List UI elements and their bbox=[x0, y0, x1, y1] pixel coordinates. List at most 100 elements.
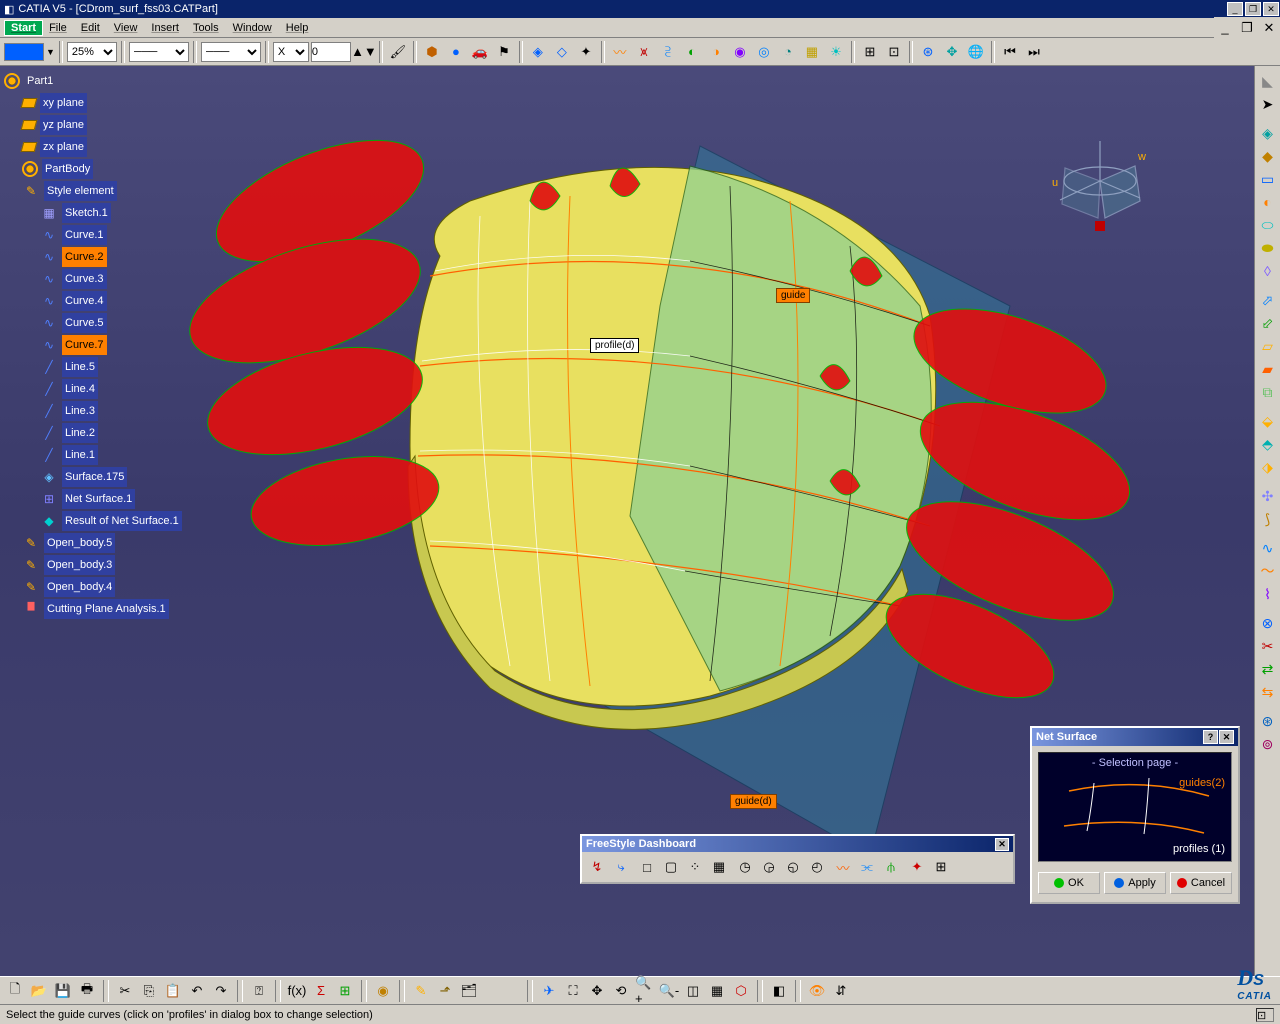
tree-xy-plane[interactable]: xy plane bbox=[40, 93, 87, 113]
menu-edit[interactable]: Edit bbox=[81, 22, 100, 34]
iso-view-icon[interactable]: ⬡ bbox=[730, 980, 752, 1002]
fsdash-contact-icon[interactable]: ⫘ bbox=[856, 856, 878, 878]
net-surface-dialog[interactable]: Net Surface ?✕ - Selection page - guides… bbox=[1030, 726, 1240, 904]
fsdash-mesh-icon[interactable]: ⊞ bbox=[930, 856, 952, 878]
multi-view-icon[interactable]: ▦ bbox=[706, 980, 728, 1002]
undo-icon[interactable]: ↶ bbox=[186, 980, 208, 1002]
rtool-20-icon[interactable]: ⌇ bbox=[1257, 583, 1279, 605]
exit-wb-icon[interactable]: ⬏ bbox=[434, 980, 456, 1002]
tree-partbody[interactable]: PartBody bbox=[42, 159, 93, 179]
whatsthis-icon[interactable]: ⍰ bbox=[248, 980, 270, 1002]
rotate-icon[interactable]: ⟲ bbox=[610, 980, 632, 1002]
netdlg-preview[interactable]: - Selection page - guides(2) profiles (1… bbox=[1038, 752, 1232, 862]
rtool-6-icon[interactable]: ⬬ bbox=[1257, 237, 1279, 259]
rtool-16-icon[interactable]: ✣ bbox=[1257, 485, 1279, 507]
rtool-8-icon[interactable]: ⬀ bbox=[1257, 289, 1279, 311]
tree-line-4[interactable]: Line.1 bbox=[62, 445, 98, 465]
tree-curve-5[interactable]: Curve.7 bbox=[62, 335, 107, 355]
save-icon[interactable]: 💾 bbox=[52, 980, 74, 1002]
fsdash-cpt-icon[interactable]: ✦ bbox=[906, 856, 928, 878]
freestyle-dashboard-dialog[interactable]: FreeStyle Dashboard✕ ↯ ⤷ □ ▢ ⁘ ▦ ◷ ◶ ◵ ◴… bbox=[580, 834, 1015, 884]
start-menu[interactable]: Start bbox=[4, 20, 43, 36]
parent-minimize-button[interactable]: _ bbox=[1227, 2, 1243, 16]
menu-file[interactable]: File bbox=[49, 22, 67, 34]
redo-icon[interactable]: ↷ bbox=[210, 980, 232, 1002]
tree-body-1[interactable]: Open_body.3 bbox=[44, 555, 115, 575]
rtool-22-icon[interactable]: ✂ bbox=[1257, 635, 1279, 657]
rtool-12-icon[interactable]: ⧉ bbox=[1257, 381, 1279, 403]
tree-line-2[interactable]: Line.3 bbox=[62, 401, 98, 421]
open-icon[interactable]: 📂 bbox=[28, 980, 50, 1002]
copy-icon[interactable]: ⎘ bbox=[138, 980, 160, 1002]
tree-curve-4[interactable]: Curve.5 bbox=[62, 313, 107, 333]
fsdash-grid-icon[interactable]: ▦ bbox=[708, 856, 730, 878]
rtool-2-icon[interactable]: ◆ bbox=[1257, 145, 1279, 167]
tree-curve-0[interactable]: Curve.1 bbox=[62, 225, 107, 245]
tree-body-0[interactable]: Open_body.5 bbox=[44, 533, 115, 553]
fsdash-sq1-icon[interactable]: □ bbox=[636, 856, 658, 878]
render-style-icon[interactable]: ◧ bbox=[768, 980, 790, 1002]
design-table-icon[interactable]: ⊞ bbox=[334, 980, 356, 1002]
netdlg-profiles-label[interactable]: profiles (1) bbox=[1173, 843, 1225, 855]
tree-sketch[interactable]: Sketch.1 bbox=[62, 203, 111, 223]
fsdash-dial4-icon[interactable]: ◴ bbox=[806, 856, 828, 878]
netdlg-apply-button[interactable]: Apply bbox=[1104, 872, 1166, 894]
fsdash-tension-icon[interactable]: 〰 bbox=[832, 856, 854, 878]
tree-curve-2[interactable]: Curve.3 bbox=[62, 269, 107, 289]
pan-icon[interactable]: ✥ bbox=[586, 980, 608, 1002]
rtool-21-icon[interactable]: ⊗ bbox=[1257, 612, 1279, 634]
netdlg-help-button[interactable]: ? bbox=[1203, 730, 1218, 744]
cut-icon[interactable]: ✂ bbox=[114, 980, 136, 1002]
tree-curve-1[interactable]: Curve.2 bbox=[62, 247, 107, 267]
zoom-select[interactable]: 25% bbox=[67, 42, 117, 62]
rtool-5-icon[interactable]: ⬭ bbox=[1257, 214, 1279, 236]
fsdash-dial3-icon[interactable]: ◵ bbox=[782, 856, 804, 878]
new-icon[interactable]: 🗋 bbox=[4, 980, 26, 1002]
rtool-13-icon[interactable]: ⬙ bbox=[1257, 410, 1279, 432]
material-icon[interactable]: ◉ bbox=[372, 980, 394, 1002]
fsdash-close-button[interactable]: ✕ bbox=[995, 838, 1009, 851]
fsdash-dots-icon[interactable]: ⁘ bbox=[684, 856, 706, 878]
fsdash-keep-icon[interactable]: ⤷ bbox=[610, 856, 632, 878]
child-minimize-button[interactable]: _ bbox=[1214, 17, 1236, 39]
tree-surface[interactable]: Surface.175 bbox=[62, 467, 127, 487]
zoom-out-icon[interactable]: 🔍- bbox=[658, 980, 680, 1002]
tree-netsurf[interactable]: Net Surface.1 bbox=[62, 489, 135, 509]
tree-body-2[interactable]: Open_body.4 bbox=[44, 577, 115, 597]
hide-show-icon[interactable]: 👁 bbox=[806, 980, 828, 1002]
rtool-1-icon[interactable]: ◈ bbox=[1257, 122, 1279, 144]
rtool-10-icon[interactable]: ▱ bbox=[1257, 335, 1279, 357]
swap-space-icon[interactable]: ⇵ bbox=[830, 980, 852, 1002]
rtool-7-icon[interactable]: ◊ bbox=[1257, 260, 1279, 282]
rtool-26-icon[interactable]: ⊚ bbox=[1257, 733, 1279, 755]
child-close-button[interactable]: ✕ bbox=[1258, 17, 1280, 39]
flyto-icon[interactable]: ✈ bbox=[538, 980, 560, 1002]
netdlg-cancel-button[interactable]: Cancel bbox=[1170, 872, 1232, 894]
rtool-25-icon[interactable]: ⊛ bbox=[1257, 710, 1279, 732]
tree-analysis[interactable]: Cutting Plane Analysis.1 bbox=[44, 599, 169, 619]
netdlg-guides-label[interactable]: guides(2) bbox=[1179, 777, 1225, 789]
paste-icon[interactable]: 📋 bbox=[162, 980, 184, 1002]
compass-gizmo[interactable]: w u bbox=[1040, 126, 1160, 246]
rtool-18-icon[interactable]: ∿ bbox=[1257, 537, 1279, 559]
rtool-23-icon[interactable]: ⇄ bbox=[1257, 658, 1279, 680]
rtool-24-icon[interactable]: ⇆ bbox=[1257, 681, 1279, 703]
flyout-handle-icon[interactable]: ◣ bbox=[1257, 70, 1279, 92]
tree-curve-3[interactable]: Curve.4 bbox=[62, 291, 107, 311]
rtool-11-icon[interactable]: ▰ bbox=[1257, 358, 1279, 380]
3d-viewport[interactable]: profile(d) guide guide(d) w u Part1 xy p… bbox=[0, 66, 1280, 964]
zoom-in-icon[interactable]: 🔍+ bbox=[634, 980, 656, 1002]
tree-line-3[interactable]: Line.2 bbox=[62, 423, 98, 443]
child-restore-button[interactable]: ❐ bbox=[1236, 17, 1258, 39]
print-icon[interactable]: 🖶 bbox=[76, 980, 98, 1002]
select-arrow-icon[interactable]: ➤ bbox=[1257, 93, 1279, 115]
tree-style[interactable]: Style element bbox=[44, 181, 117, 201]
fsdash-order-icon[interactable]: ⫛ bbox=[880, 856, 902, 878]
parent-maximize-button[interactable]: ❐ bbox=[1245, 2, 1261, 16]
netdlg-close-button[interactable]: ✕ bbox=[1219, 730, 1234, 744]
tree-zx-plane[interactable]: zx plane bbox=[40, 137, 87, 157]
fsdash-datum-icon[interactable]: ↯ bbox=[586, 856, 608, 878]
fsdash-dial2-icon[interactable]: ◶ bbox=[758, 856, 780, 878]
fsdash-dial1-icon[interactable]: ◷ bbox=[734, 856, 756, 878]
rtool-9-icon[interactable]: ⬃ bbox=[1257, 312, 1279, 334]
